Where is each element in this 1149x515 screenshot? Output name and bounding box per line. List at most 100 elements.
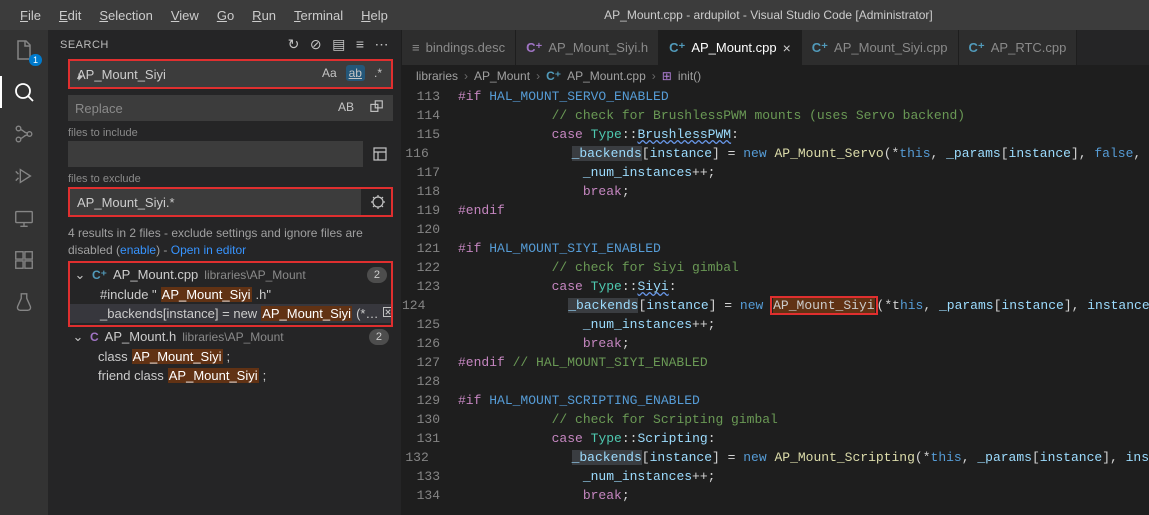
menu-file[interactable]: File	[12, 4, 49, 27]
results-group-1: ⌄ C⁺ AP_Mount.cpp libraries\AP_Mount 2 #…	[68, 261, 393, 327]
chevron-down-icon[interactable]: ⌄	[74, 267, 86, 283]
activity-search-icon[interactable]	[12, 80, 36, 104]
whole-word-icon[interactable]: ab	[346, 65, 365, 81]
match-case-icon[interactable]: Aa	[319, 65, 340, 81]
menu-view[interactable]: View	[163, 4, 207, 27]
file-icon: C⁺	[812, 40, 828, 56]
tab-label: AP_Mount_Siyi.cpp	[834, 40, 947, 55]
activity-bar: 1	[0, 30, 48, 515]
menu-bar: File Edit Selection View Go Run Terminal…	[12, 4, 396, 27]
code-editor[interactable]: 113#if HAL_MOUNT_SERVO_ENABLED114 // che…	[402, 87, 1149, 505]
open-in-editor-link[interactable]: Open in editor	[171, 243, 246, 257]
use-exclude-settings-icon[interactable]	[365, 189, 391, 215]
search-panel-title: SEARCH	[60, 39, 109, 51]
activity-remote-icon[interactable]	[12, 206, 36, 230]
files-exclude-input[interactable]	[70, 189, 361, 215]
line-number: 114	[402, 106, 458, 125]
tab[interactable]: C⁺ AP_Mount.cpp ×	[659, 30, 802, 65]
tab-label: AP_Mount_Siyi.h	[548, 40, 648, 55]
tab[interactable]: C⁺ AP_RTC.cpp	[959, 30, 1078, 65]
line-number: 115	[402, 125, 458, 144]
line-number: 130	[402, 410, 458, 429]
menu-selection[interactable]: Selection	[91, 4, 160, 27]
line-number: 133	[402, 467, 458, 486]
preserve-case-icon[interactable]: AB	[335, 99, 357, 118]
line-number: 117	[402, 163, 458, 182]
new-editor-icon[interactable]: ▤	[332, 36, 346, 53]
search-panel: SEARCH ↻ ⊘ ▤ ≡ ⋯ Aa ab .*	[48, 30, 402, 515]
activity-testing-icon[interactable]	[12, 290, 36, 314]
line-number: 122	[402, 258, 458, 277]
line-number: 124	[402, 296, 443, 315]
tab-label: bindings.desc	[426, 40, 506, 55]
file-icon: ≡	[412, 40, 420, 55]
menu-run[interactable]: Run	[244, 4, 284, 27]
line-number: 129	[402, 391, 458, 410]
clear-icon[interactable]: ⊘	[310, 36, 322, 53]
match-count-badge: 2	[367, 267, 387, 283]
results-group-2: ⌄ C AP_Mount.h libraries\AP_Mount 2 clas…	[68, 327, 393, 385]
activity-scm-icon[interactable]	[12, 122, 36, 146]
result-match[interactable]: class AP_Mount_Siyi;	[68, 347, 393, 366]
collapse-icon[interactable]: ⋯	[375, 36, 390, 53]
regex-icon[interactable]: .*	[371, 65, 385, 81]
h-file-icon: C	[90, 330, 99, 344]
result-file[interactable]: ⌄ C AP_Mount.h libraries\AP_Mount 2	[68, 327, 393, 347]
tab[interactable]: C⁺ AP_Mount_Siyi.cpp	[802, 30, 959, 65]
explorer-badge: 1	[29, 54, 42, 66]
files-include-label: files to include	[68, 127, 393, 139]
tab[interactable]: ≡ bindings.desc	[402, 30, 516, 65]
line-number: 132	[402, 448, 447, 467]
tab[interactable]: C⁺ AP_Mount_Siyi.h	[516, 30, 659, 65]
files-include-input[interactable]	[68, 141, 363, 167]
refresh-icon[interactable]: ↻	[288, 36, 300, 53]
replace-all-icon[interactable]	[367, 99, 387, 118]
line-number: 118	[402, 182, 458, 201]
tab-label: AP_Mount.cpp	[691, 40, 776, 55]
activity-debug-icon[interactable]	[12, 164, 36, 188]
line-number: 120	[402, 220, 458, 239]
window-title: AP_Mount.cpp - ardupilot - Visual Studio…	[396, 8, 1141, 22]
menu-go[interactable]: Go	[209, 4, 242, 27]
enable-link[interactable]: enable	[120, 243, 156, 257]
line-number: 128	[402, 372, 458, 391]
line-number: 131	[402, 429, 458, 448]
dismiss-match-icon[interactable]	[382, 306, 391, 321]
cpp-file-icon: C⁺	[92, 268, 107, 282]
line-number: 113	[402, 87, 458, 106]
line-number: 123	[402, 277, 458, 296]
editor-group: ≡ bindings.desc C⁺ AP_Mount_Siyi.h C⁺ AP_Moun…	[402, 30, 1149, 515]
line-number: 121	[402, 239, 458, 258]
line-number: 119	[402, 201, 458, 220]
line-number: 116	[402, 144, 447, 163]
files-exclude-label: files to exclude	[68, 173, 393, 185]
match-count-badge: 2	[369, 329, 389, 345]
menu-edit[interactable]: Edit	[51, 4, 89, 27]
symbol-icon: ⊞	[662, 69, 672, 83]
file-icon: C⁺	[526, 40, 542, 56]
view-mode-icon[interactable]: ≡	[356, 36, 365, 53]
cpp-file-icon: C⁺	[546, 69, 561, 83]
file-icon: C⁺	[969, 40, 985, 56]
line-number: 127	[402, 353, 458, 372]
file-icon: C⁺	[669, 40, 685, 56]
activity-extensions-icon[interactable]	[12, 248, 36, 272]
toggle-replace-chevron-icon[interactable]	[74, 71, 88, 85]
menu-terminal[interactable]: Terminal	[286, 4, 351, 27]
result-match[interactable]: _backends[instance] = new AP_Mount_Siyi(…	[70, 304, 391, 323]
chevron-down-icon[interactable]: ⌄	[72, 329, 84, 345]
titlebar: File Edit Selection View Go Run Terminal…	[0, 0, 1149, 30]
line-number: 126	[402, 334, 458, 353]
only-open-editors-icon[interactable]	[367, 141, 393, 167]
close-icon[interactable]: ×	[783, 40, 791, 56]
tab-label: AP_RTC.cpp	[991, 40, 1067, 55]
activity-explorer-icon[interactable]: 1	[12, 38, 36, 62]
tab-bar: ≡ bindings.desc C⁺ AP_Mount_Siyi.h C⁺ AP_Moun…	[402, 30, 1149, 65]
menu-help[interactable]: Help	[353, 4, 396, 27]
result-match[interactable]: #include "AP_Mount_Siyi.h"	[70, 285, 391, 304]
line-number: 134	[402, 486, 458, 505]
result-file[interactable]: ⌄ C⁺ AP_Mount.cpp libraries\AP_Mount 2	[70, 265, 391, 285]
breadcrumb[interactable]: libraries› AP_Mount› C⁺ AP_Mount.cpp› ⊞ …	[402, 65, 1149, 87]
results-summary: 4 results in 2 files - exclude settings …	[68, 225, 393, 259]
result-match[interactable]: friend class AP_Mount_Siyi;	[68, 366, 393, 385]
